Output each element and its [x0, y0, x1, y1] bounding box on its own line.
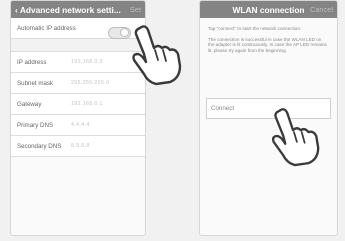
field-label: Gateway: [17, 100, 42, 108]
tap-hand-icon: [132, 25, 182, 86]
secondary-dns-row[interactable]: Secondary DNS 8.8.8.8: [11, 136, 145, 157]
nav-bar: ‹ Advanced network setti... Set: [11, 1, 145, 18]
primary-dns-row[interactable]: Primary DNS 4.4.4.4: [11, 115, 145, 136]
connect-label: Connect: [211, 105, 235, 112]
field-label: IP address: [17, 58, 47, 66]
field-label: Primary DNS: [17, 121, 54, 129]
gateway-row[interactable]: Gateway 192.168.0.1: [11, 94, 145, 115]
back-label: Advanced network setti...: [19, 4, 121, 15]
field-value: 8.8.8.8: [71, 143, 90, 149]
auto-ip-label: Automatic IP address: [17, 24, 76, 32]
field-value: 4.4.4.4: [71, 122, 90, 128]
tap-hand-icon: [271, 108, 320, 167]
instructions: Tap "connect" to start the network conne…: [200, 18, 337, 53]
field-label: Secondary DNS: [17, 142, 62, 150]
nav-bar: WLAN connection Cancel: [200, 1, 337, 18]
field-value: 255.255.255.0: [71, 80, 110, 86]
back-button[interactable]: ‹ Advanced network setti...: [11, 5, 121, 15]
field-value: 192.168.0.3: [71, 59, 103, 65]
field-label: Subnet mask: [17, 79, 54, 87]
instruction-1: Tap "connect" to start the network conne…: [208, 26, 302, 31]
set-button[interactable]: Set: [130, 5, 141, 14]
field-value: 192.168.0.1: [71, 101, 103, 107]
instruction-2: The connection is successful in case the…: [208, 36, 327, 53]
cancel-button[interactable]: Cancel: [310, 5, 333, 14]
